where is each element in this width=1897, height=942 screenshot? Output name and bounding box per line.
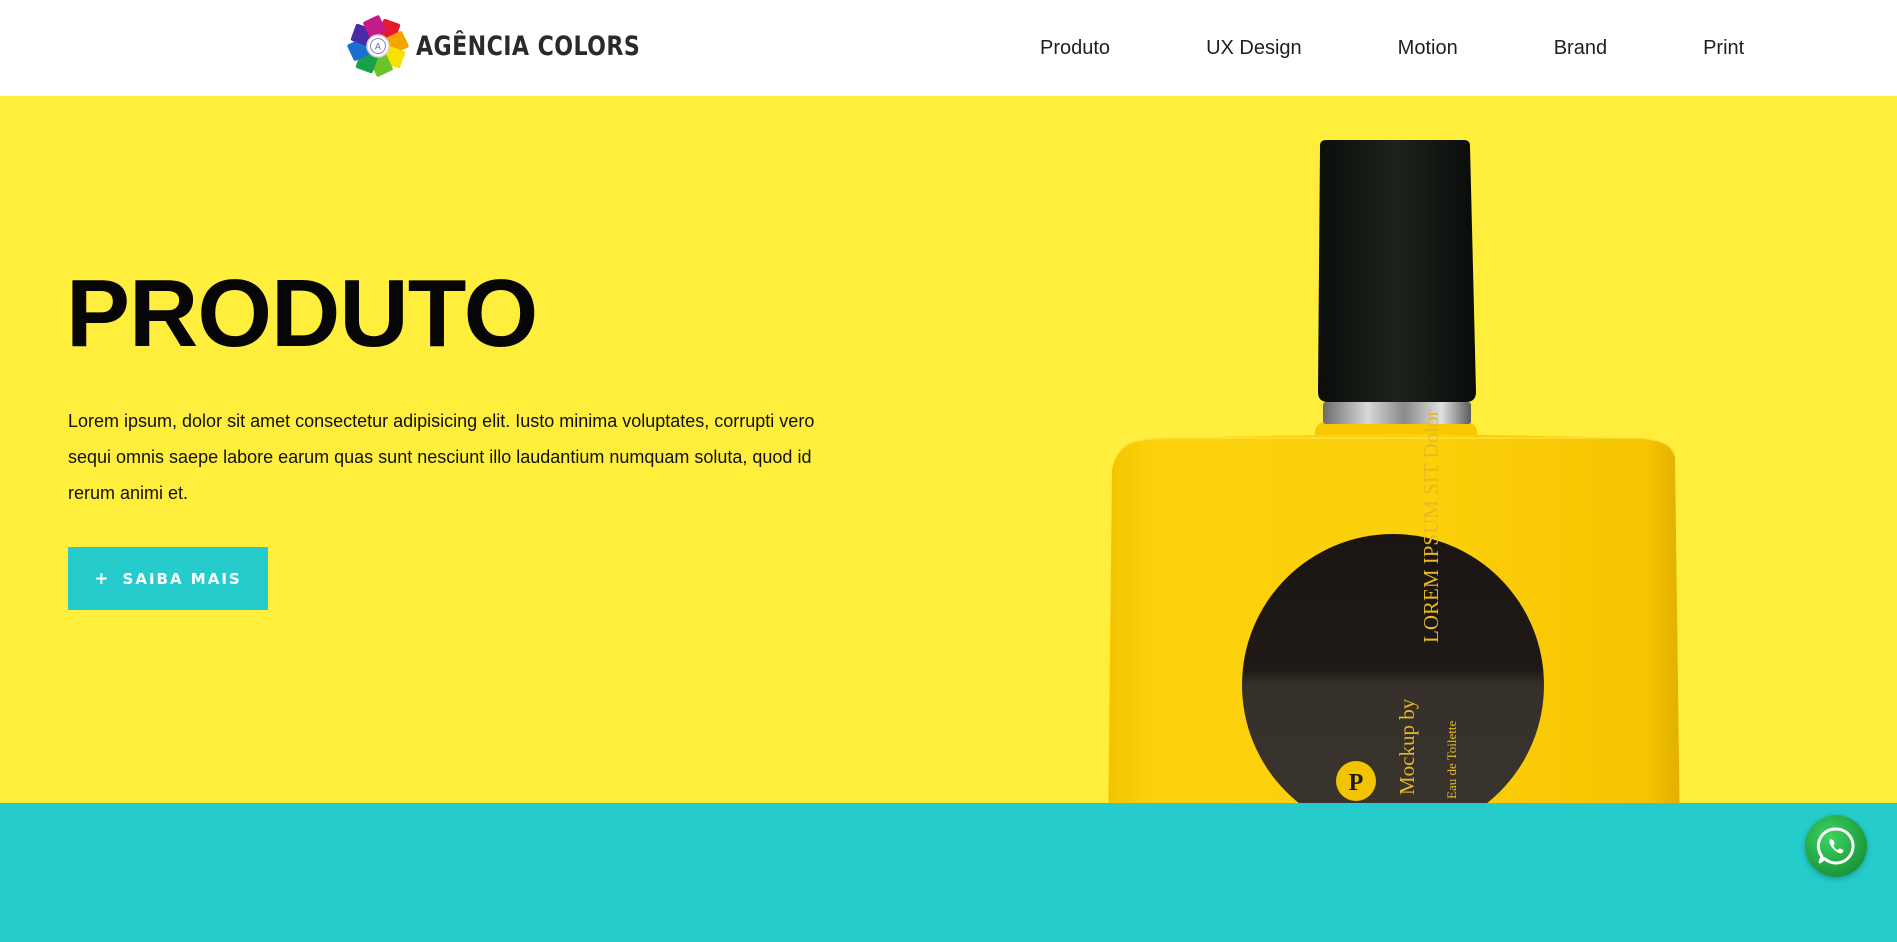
logo-text: AGÊNCIA COLORS bbox=[416, 30, 641, 62]
perfume-bottle-image: LOREM IPSUM SIT Dolor Mockup by Eau de T… bbox=[1108, 140, 1680, 803]
main-nav: Produto UX Design Motion Brand Print bbox=[1040, 0, 1744, 96]
site-header: A AGÊNCIA COLORS Produto UX Design Motio… bbox=[0, 0, 1897, 96]
saiba-mais-label: SAIBA MAIS bbox=[122, 569, 242, 588]
hero-section: PRODUTO Lorem ipsum, dolor sit amet cons… bbox=[0, 96, 1897, 803]
nav-item-ux-design[interactable]: UX Design bbox=[1206, 37, 1302, 60]
whatsapp-icon bbox=[1816, 827, 1855, 865]
hero-description: Lorem ipsum, dolor sit amet consectetur … bbox=[68, 411, 815, 503]
svg-text:A: A bbox=[375, 43, 382, 53]
teal-section bbox=[0, 803, 1897, 942]
label-main-text: LOREM IPSUM SIT Dolor bbox=[1419, 409, 1443, 643]
saiba-mais-button[interactable]: + SAIBA MAIS bbox=[68, 547, 268, 610]
nav-item-brand[interactable]: Brand bbox=[1554, 37, 1607, 60]
plus-icon: + bbox=[94, 568, 109, 589]
nav-item-motion[interactable]: Motion bbox=[1398, 37, 1458, 60]
nav-item-produto[interactable]: Produto bbox=[1040, 37, 1110, 60]
label-eau-text: Eau de Toilette bbox=[1444, 721, 1459, 799]
logo-icon: A bbox=[347, 15, 409, 77]
label-mockup-text: Mockup by bbox=[1395, 698, 1419, 795]
whatsapp-button[interactable] bbox=[1805, 815, 1867, 877]
label-badge-text: P bbox=[1349, 770, 1364, 796]
nav-item-print[interactable]: Print bbox=[1703, 37, 1744, 60]
hero-title: PRODUTO bbox=[66, 260, 538, 367]
logo-link[interactable]: A AGÊNCIA COLORS bbox=[346, 14, 689, 78]
